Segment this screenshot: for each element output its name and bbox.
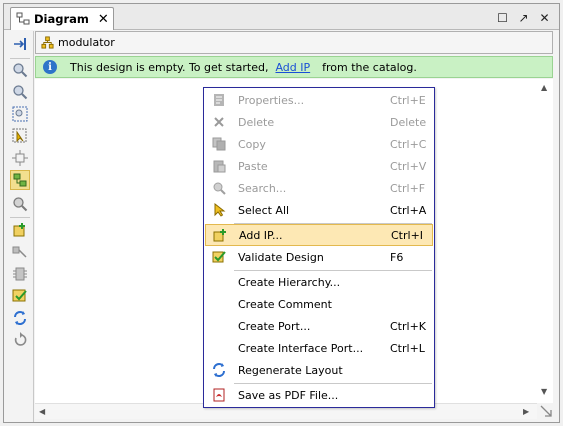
validate-icon — [212, 251, 226, 263]
validate-icon[interactable] — [10, 286, 30, 306]
add-ip-link[interactable]: Add IP — [275, 61, 310, 74]
scroll-right-icon[interactable]: ▶ — [523, 407, 529, 416]
auto-connect-icon[interactable] — [10, 170, 30, 190]
scroll-left-icon[interactable]: ◀ — [39, 407, 45, 416]
info-icon: i — [43, 60, 57, 74]
menu-item-search[interactable]: Search... Ctrl+F — [205, 177, 433, 199]
banner-text-after: from the catalog. — [322, 60, 417, 74]
menu-item-add-ip[interactable]: Add IP... Ctrl+I — [205, 224, 433, 246]
regenerate-icon — [213, 363, 225, 377]
menu-item-regenerate-layout[interactable]: Regenerate Layout — [205, 359, 433, 381]
expand-icon[interactable] — [10, 34, 30, 54]
properties-icon — [214, 94, 224, 106]
menu-item-create-interface-port[interactable]: Create Interface Port... Ctrl+L — [205, 337, 433, 359]
hierarchy-icon — [41, 36, 54, 49]
toolbar-separator — [10, 58, 30, 59]
vertical-scrollbar[interactable]: ▲ ▼ — [537, 79, 553, 401]
zoom-in-icon[interactable] — [10, 60, 30, 80]
fit-icon[interactable] — [10, 148, 30, 168]
info-banner: i This design is empty. To get started, … — [35, 56, 553, 78]
scroll-up-icon[interactable]: ▲ — [541, 83, 547, 92]
design-name[interactable]: modulator — [58, 36, 115, 49]
menu-item-create-port[interactable]: Create Port... Ctrl+K — [205, 315, 433, 337]
tab-diagram[interactable]: Diagram ✕ — [10, 7, 114, 30]
banner-text: This design is empty. To get started, — [70, 60, 269, 74]
menu-item-create-hierarchy[interactable]: Create Hierarchy... — [205, 271, 433, 293]
make-connection-icon[interactable] — [10, 242, 30, 262]
zoom-out-icon[interactable] — [10, 82, 30, 102]
toolbar-separator — [10, 217, 30, 218]
resize-grip-icon[interactable] — [539, 404, 553, 418]
select-all-icon — [214, 203, 226, 217]
create-port-icon[interactable] — [10, 264, 30, 284]
context-menu: Properties... Ctrl+E Delete Delete Copy … — [203, 87, 435, 408]
menu-item-copy[interactable]: Copy Ctrl+C — [205, 133, 433, 155]
scroll-down-icon[interactable]: ▼ — [541, 387, 547, 396]
copy-icon — [212, 137, 226, 151]
breadcrumb: modulator — [35, 31, 553, 54]
menu-item-validate-design[interactable]: Validate Design F6 — [205, 246, 433, 268]
menu-item-paste[interactable]: Paste Ctrl+V — [205, 155, 433, 177]
float-icon[interactable]: ↗ — [517, 11, 530, 25]
regenerate-icon[interactable] — [10, 308, 30, 328]
add-ip-icon — [213, 229, 226, 242]
paste-icon — [213, 160, 226, 173]
menu-item-create-comment[interactable]: Create Comment — [205, 293, 433, 315]
restore-icon[interactable]: ☐ — [496, 11, 509, 25]
pdf-icon — [213, 388, 225, 402]
tab-title: Diagram — [34, 12, 89, 26]
tab-strip: Diagram ✕ ☐ ↗ ✕ — [4, 4, 559, 30]
menu-item-select-all[interactable]: Select All Ctrl+A — [205, 199, 433, 221]
zoom-area-icon[interactable] — [10, 104, 30, 124]
add-ip-icon[interactable] — [10, 220, 30, 240]
diagram-toolbar — [4, 31, 34, 422]
menu-item-delete[interactable]: Delete Delete — [205, 111, 433, 133]
tab-close-icon[interactable]: ✕ — [98, 13, 109, 26]
select-area-icon[interactable] — [10, 126, 30, 146]
menu-item-properties[interactable]: Properties... Ctrl+E — [205, 89, 433, 111]
search-icon — [213, 182, 226, 195]
search-icon[interactable] — [10, 194, 30, 214]
refresh-icon[interactable] — [10, 330, 30, 350]
close-icon[interactable]: ✕ — [538, 11, 551, 25]
menu-item-save-pdf[interactable]: Save as PDF File... — [205, 384, 433, 406]
diagram-icon — [16, 12, 30, 25]
delete-icon — [214, 117, 224, 127]
